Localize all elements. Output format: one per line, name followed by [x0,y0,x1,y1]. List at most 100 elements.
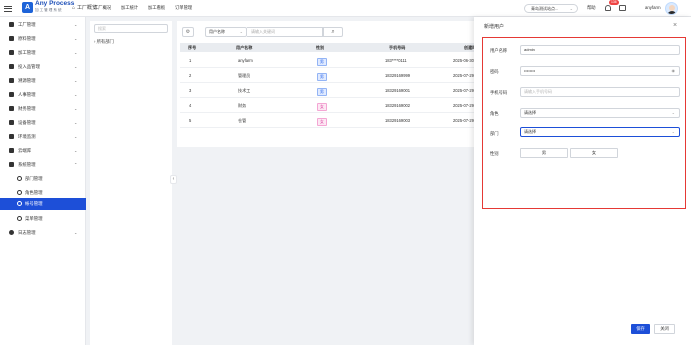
message-icon[interactable] [619,5,626,11]
username-value: admin [524,47,535,52]
row-created: 2025-07-29 [453,73,474,78]
gender-male-button[interactable]: 男 [520,148,568,158]
department-placeholder: 请选择 [524,129,536,134]
sidebar-item-environment[interactable]: 环境监测 ⌄ [0,131,86,142]
sidebar-item-trace[interactable]: 溯源管理 ⌄ [0,75,86,86]
gender-tag: 女 [317,118,327,126]
sidebar-item-devices[interactable]: 设备管理 ⌄ [0,117,86,128]
gender-female-button[interactable]: 女 [570,148,618,158]
user-icon [17,176,22,181]
brand-name: Any Process [35,0,75,7]
gender-tag: 女 [317,103,327,111]
close-icon[interactable]: × [673,22,677,29]
role-select[interactable]: 请选择 ⌄ [520,108,680,118]
brand-subtitle: 加工管理系统 [35,7,63,12]
role-placeholder: 请选择 [524,110,536,115]
menu-toggle-icon[interactable] [4,4,12,12]
row-created: 2025-07-29 [453,103,474,108]
sidebar-item-accounts[interactable]: 帐号管理 [0,198,86,210]
grid-icon [9,22,14,27]
sidebar-item-cloud[interactable]: 云端库 ⌄ [0,145,86,156]
eye-icon[interactable]: ◉ [672,67,676,75]
username[interactable]: anyfarm [645,5,661,10]
notification-badge: 136 [609,0,619,5]
nav-tab-processing-board[interactable]: 加工看板 [148,5,165,11]
sidebar-item-materials[interactable]: 原料管理 ⌄ [0,33,86,44]
save-button[interactable]: 保存 [631,324,650,334]
collapse-toggle[interactable]: ‹ [170,175,177,184]
sidebar-item-label: 溯源管理 [18,78,36,83]
avatar[interactable] [665,2,678,15]
sidebar-item-inputs[interactable]: 投入品管理 ⌄ [0,61,86,72]
row-created: 2025-07-29 [453,88,474,93]
tree-search-input[interactable]: 搜索 [94,24,168,33]
nav-tab-factory-overview[interactable]: 工厂概况 [94,5,111,11]
row-created: 2025-07-29 [453,118,474,123]
nav-tab-orders[interactable]: 订单管理 [175,5,192,11]
chevron-down-icon: ⌄ [74,230,78,235]
chevron-down-icon: ⌄ [74,50,78,55]
table-row[interactable]: 4 财务 女 18329169002 2025-07-29 [180,99,480,113]
sidebar-item-processing[interactable]: 加工管理 ⌄ [0,47,86,58]
gear-icon [17,216,22,221]
chevron-down-icon: ⌄ [74,92,78,97]
close-button[interactable]: 关闭 [654,324,675,334]
factory-select[interactable]: 青岛测试站点... ⌄ [524,4,578,13]
sidebar-item-roles[interactable]: 角色管理 [0,187,86,198]
row-number: 2 [189,73,192,78]
table-row[interactable]: 5 仓管 女 18329169003 2025-07-29 [180,114,480,128]
gender-tag: 男 [317,88,327,96]
table-header: 序号 用户名称 性别 手机号码 创建时 [180,43,480,52]
column-header: 用户名称 [236,45,253,50]
sidebar-item-system[interactable]: 系统管理 ⌃ [0,159,86,170]
chevron-down-icon: ⌄ [74,36,78,41]
table-row[interactable]: 2 管理员 男 18329169999 2025-07-29 [180,69,480,83]
gear-icon[interactable]: ⚙ [182,27,194,37]
person-icon [9,92,14,97]
sidebar-item-departments[interactable]: 部门管理 [0,173,86,184]
sidebar-item-label: 设备管理 [18,120,36,125]
signal-icon [9,78,14,83]
sidebar-item-label: 菜单管理 [25,216,43,221]
sidebar-item-factory[interactable]: 工厂管理 ⌄ [0,19,86,30]
row-number: 4 [189,103,192,108]
table-row[interactable]: 3 技术工 男 18329169001 2025-07-29 [180,84,480,98]
chevron-down-icon: ⌄ [74,134,78,139]
sidebar-item-label: 加工管理 [18,50,36,55]
search-field-select[interactable]: 用户名称 ⌄ [205,27,247,37]
search-input[interactable]: 请输入关键词 [247,27,323,37]
chevron-down-icon: ⌄ [74,22,78,27]
password-field[interactable]: •••••••• ◉ [520,66,680,76]
row-username: 技术工 [238,88,251,93]
table-row[interactable]: 1 anyfarm 男 183****0111 2025-06-30 [180,54,480,68]
nav-tab-processing-stats[interactable]: 加工统计 [121,5,138,11]
chart-icon [9,134,14,139]
department-select[interactable]: 请选择 ⌄ [520,127,680,137]
column-header: 手机号码 [389,45,406,50]
row-phone: 18329169003 [385,118,411,123]
drawer-title: 新增用户 [484,24,505,30]
sidebar-item-menus[interactable]: 菜单管理 [0,213,86,224]
sidebar-item-finance[interactable]: 财务管理 ⌄ [0,103,86,114]
row-phone: 18329169001 [385,88,411,93]
gender-tag: 男 [317,58,327,66]
add-user-drawer: 新增用户 × 用户名称 admin 密码 •••••••• ◉ 手机号码 请输入手… [474,17,691,345]
chevron-up-icon: ⌃ [74,162,78,167]
sidebar-item-hr[interactable]: 人事管理 ⌄ [0,89,86,100]
tree-node-all-departments[interactable]: › 所有部门 [94,39,114,45]
search-icon[interactable]: ⌕ [323,27,343,37]
sidebar-item-label: 部门管理 [25,176,43,181]
sidebar-item-label: 投入品管理 [18,64,40,69]
chevron-down-icon: ⌄ [74,148,78,153]
role-label: 角色 [490,111,499,116]
sidebar-item-label: 角色管理 [25,190,43,195]
username-field[interactable]: admin [520,45,680,55]
bell-icon[interactable] [605,5,611,11]
chevron-down-icon: ⌄ [569,6,573,11]
phone-placeholder: 请输入手机号码 [524,89,552,94]
sidebar-item-label: 工厂管理 [18,22,36,27]
sidebar-item-label: 财务管理 [18,106,36,111]
help-link[interactable]: 帮助 [587,5,596,11]
sidebar-item-logs[interactable]: 日志管理 ⌄ [0,227,86,238]
phone-field[interactable]: 请输入手机号码 [520,87,680,97]
